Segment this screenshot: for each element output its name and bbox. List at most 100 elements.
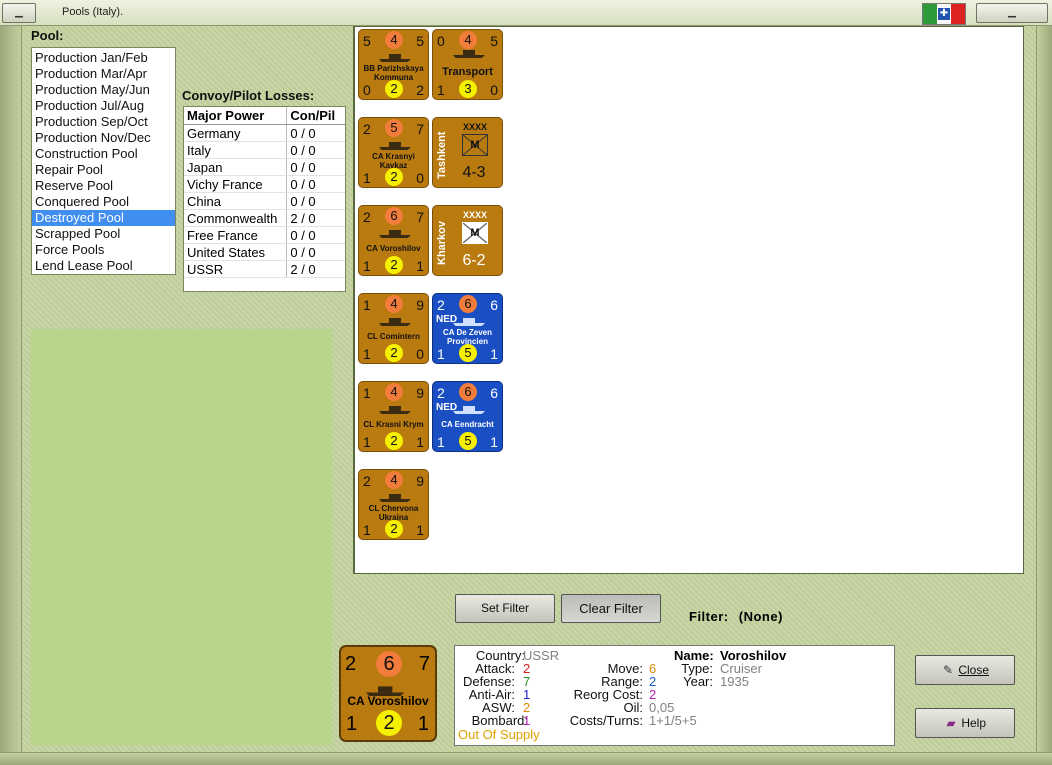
counter-value: 1 (416, 258, 424, 274)
counter-value: 0 (416, 346, 424, 362)
pool-item[interactable]: Force Pools (32, 242, 175, 258)
counter-value: 1 (363, 170, 371, 186)
table-row: United States 0 / 0 (184, 244, 345, 261)
frame-right (1036, 26, 1052, 765)
pool-item[interactable]: Production Sep/Oct (32, 114, 175, 130)
detail-value: 1935 (720, 674, 749, 689)
counter-value: 2 (363, 473, 371, 489)
army-name: Tashkent (436, 131, 448, 179)
unit-counter[interactable]: 5 4 5 BB Parizhskaya Kommuna 0 2 2 (358, 29, 429, 100)
clear-filter-button[interactable]: Clear Filter (561, 594, 661, 623)
pool-item[interactable]: Production Nov/Dec (32, 130, 175, 146)
pool-item[interactable]: Production May/Jun (32, 82, 175, 98)
counter-value: 1 (437, 82, 445, 98)
counter-value: 7 (416, 121, 424, 137)
table-row: Japan 0 / 0 (184, 159, 345, 176)
pool-label: Pool: (31, 28, 64, 43)
counter-value: 5 (459, 432, 477, 450)
pool-item[interactable]: Scrapped Pool (32, 226, 175, 242)
book-icon: ▰ (946, 716, 956, 730)
help-button[interactable]: ▰ Help (915, 708, 1015, 738)
pool-item[interactable]: Production Jan/Feb (32, 50, 175, 66)
value-cell: 0 / 0 (290, 126, 316, 141)
pool-item[interactable]: Construction Pool (32, 146, 175, 162)
army-counter[interactable]: Kharkov XXXX M 6-2 (432, 205, 503, 276)
close-button[interactable]: ✎ Close (915, 655, 1015, 685)
supply-status: Out Of Supply (458, 727, 540, 742)
counter-value: 0 (363, 82, 371, 98)
column-header-power[interactable]: Major Power (184, 107, 288, 124)
value-cell: 0 / 0 (290, 245, 316, 260)
counter-value: 6 (459, 383, 477, 401)
power-cell: Japan (184, 159, 288, 175)
counter-value: 4 (385, 383, 403, 401)
filter-status: Filter: (None) (689, 609, 783, 624)
counter-value: 1 (437, 434, 445, 450)
ship-icon (379, 494, 411, 502)
value-cell: 0 / 0 (290, 228, 316, 243)
column-header-conpil[interactable]: Con/Pil (287, 107, 345, 124)
counter-value: 4 (385, 295, 403, 313)
army-size: XXXX (462, 122, 487, 132)
ship-icon (453, 406, 485, 414)
power-cell: Free France (184, 227, 288, 243)
counter-value: 6 (459, 295, 477, 313)
power-cell: Commonwealth (184, 210, 288, 226)
table-row: USSR 2 / 0 (184, 261, 345, 278)
power-cell: Italy (184, 142, 288, 158)
counter-value: 1 (363, 385, 371, 401)
pool-item[interactable]: Reserve Pool (32, 178, 175, 194)
power-cell: Germany (184, 125, 288, 141)
pool-item[interactable]: Lend Lease Pool (32, 258, 175, 274)
frame-bottom (0, 752, 1052, 765)
unit-counter[interactable]: 2 6 6 NED CA Eendracht 1 5 1 (432, 381, 503, 452)
counter-value: 4 (385, 471, 403, 489)
ship-icon (379, 230, 411, 238)
counter-value: 2 (363, 209, 371, 225)
counter-value: 1 (417, 713, 429, 735)
army-counter[interactable]: Tashkent XXXX M 4-3 (432, 117, 503, 188)
pool-item[interactable]: Conquered Pool (32, 194, 175, 210)
counter-value: 4 (385, 31, 403, 49)
pool-item[interactable]: Production Mar/Apr (32, 66, 175, 82)
pool-item[interactable]: Production Jul/Aug (32, 98, 175, 114)
mech-symbol-icon: M (462, 134, 488, 156)
counter-value: 1 (363, 346, 371, 362)
counter-value: 1 (363, 297, 371, 313)
table-row: Commonwealth 2 / 0 (184, 210, 345, 227)
unit-counter[interactable]: 0 4 5 Transport 1 3 0 (432, 29, 503, 100)
counter-value: 4 (459, 31, 477, 49)
table-row: Free France 0 / 0 (184, 227, 345, 244)
unit-counter[interactable]: 1 4 9 CL Comintern 1 2 0 (358, 293, 429, 364)
counter-value: 0 (437, 33, 445, 49)
unit-counter[interactable]: 2 5 7 CA Krasnyi Kavkaz 1 2 0 (358, 117, 429, 188)
unit-counter[interactable]: 2 4 9 CL Chervona Ukraina 1 2 1 (358, 469, 429, 540)
close-label: Close (958, 663, 990, 677)
unit-counter[interactable]: 1 4 9 CL Krasni Krym 1 2 1 (358, 381, 429, 452)
counter-value: 2 (437, 297, 445, 313)
power-cell: China (184, 193, 288, 209)
counter-value: 1 (437, 346, 445, 362)
ship-icon (453, 50, 485, 58)
maximize-button[interactable]: ▁ (976, 3, 1048, 23)
unit-name: CL Krasni Krym (363, 420, 424, 429)
value-cell: 2 / 0 (290, 211, 316, 226)
counter-value: 2 (385, 256, 403, 274)
minimize-button[interactable]: ▁ (2, 3, 36, 23)
losses-title: Convoy/Pilot Losses: (182, 88, 315, 103)
pool-list[interactable]: Production Jan/Feb Production Mar/Apr Pr… (31, 47, 176, 275)
counter-value: 2 (385, 520, 403, 538)
power-cell: USSR (184, 261, 288, 277)
unit-counter[interactable]: 2 6 7 CA Voroshilov 1 2 1 (358, 205, 429, 276)
set-filter-button[interactable]: Set Filter (455, 594, 555, 623)
pool-item[interactable]: Repair Pool (32, 162, 175, 178)
pool-item-selected[interactable]: Destroyed Pool (32, 210, 175, 226)
detail-label: Year: (683, 674, 713, 689)
counter-value: 3 (459, 80, 477, 98)
unit-details-panel: Country: USSR Attack: 2 Defense: 7 Anti-… (454, 645, 895, 746)
value-cell: 0 / 0 (290, 194, 316, 209)
counter-value: 1 (363, 522, 371, 538)
units-panel[interactable]: 5 4 5 BB Parizhskaya Kommuna 0 2 2 0 4 5… (353, 26, 1024, 574)
unit-counter[interactable]: 2 6 6 NED CA De Zeven Provincien 1 5 1 (432, 293, 503, 364)
close-icon: ✎ (942, 663, 954, 677)
